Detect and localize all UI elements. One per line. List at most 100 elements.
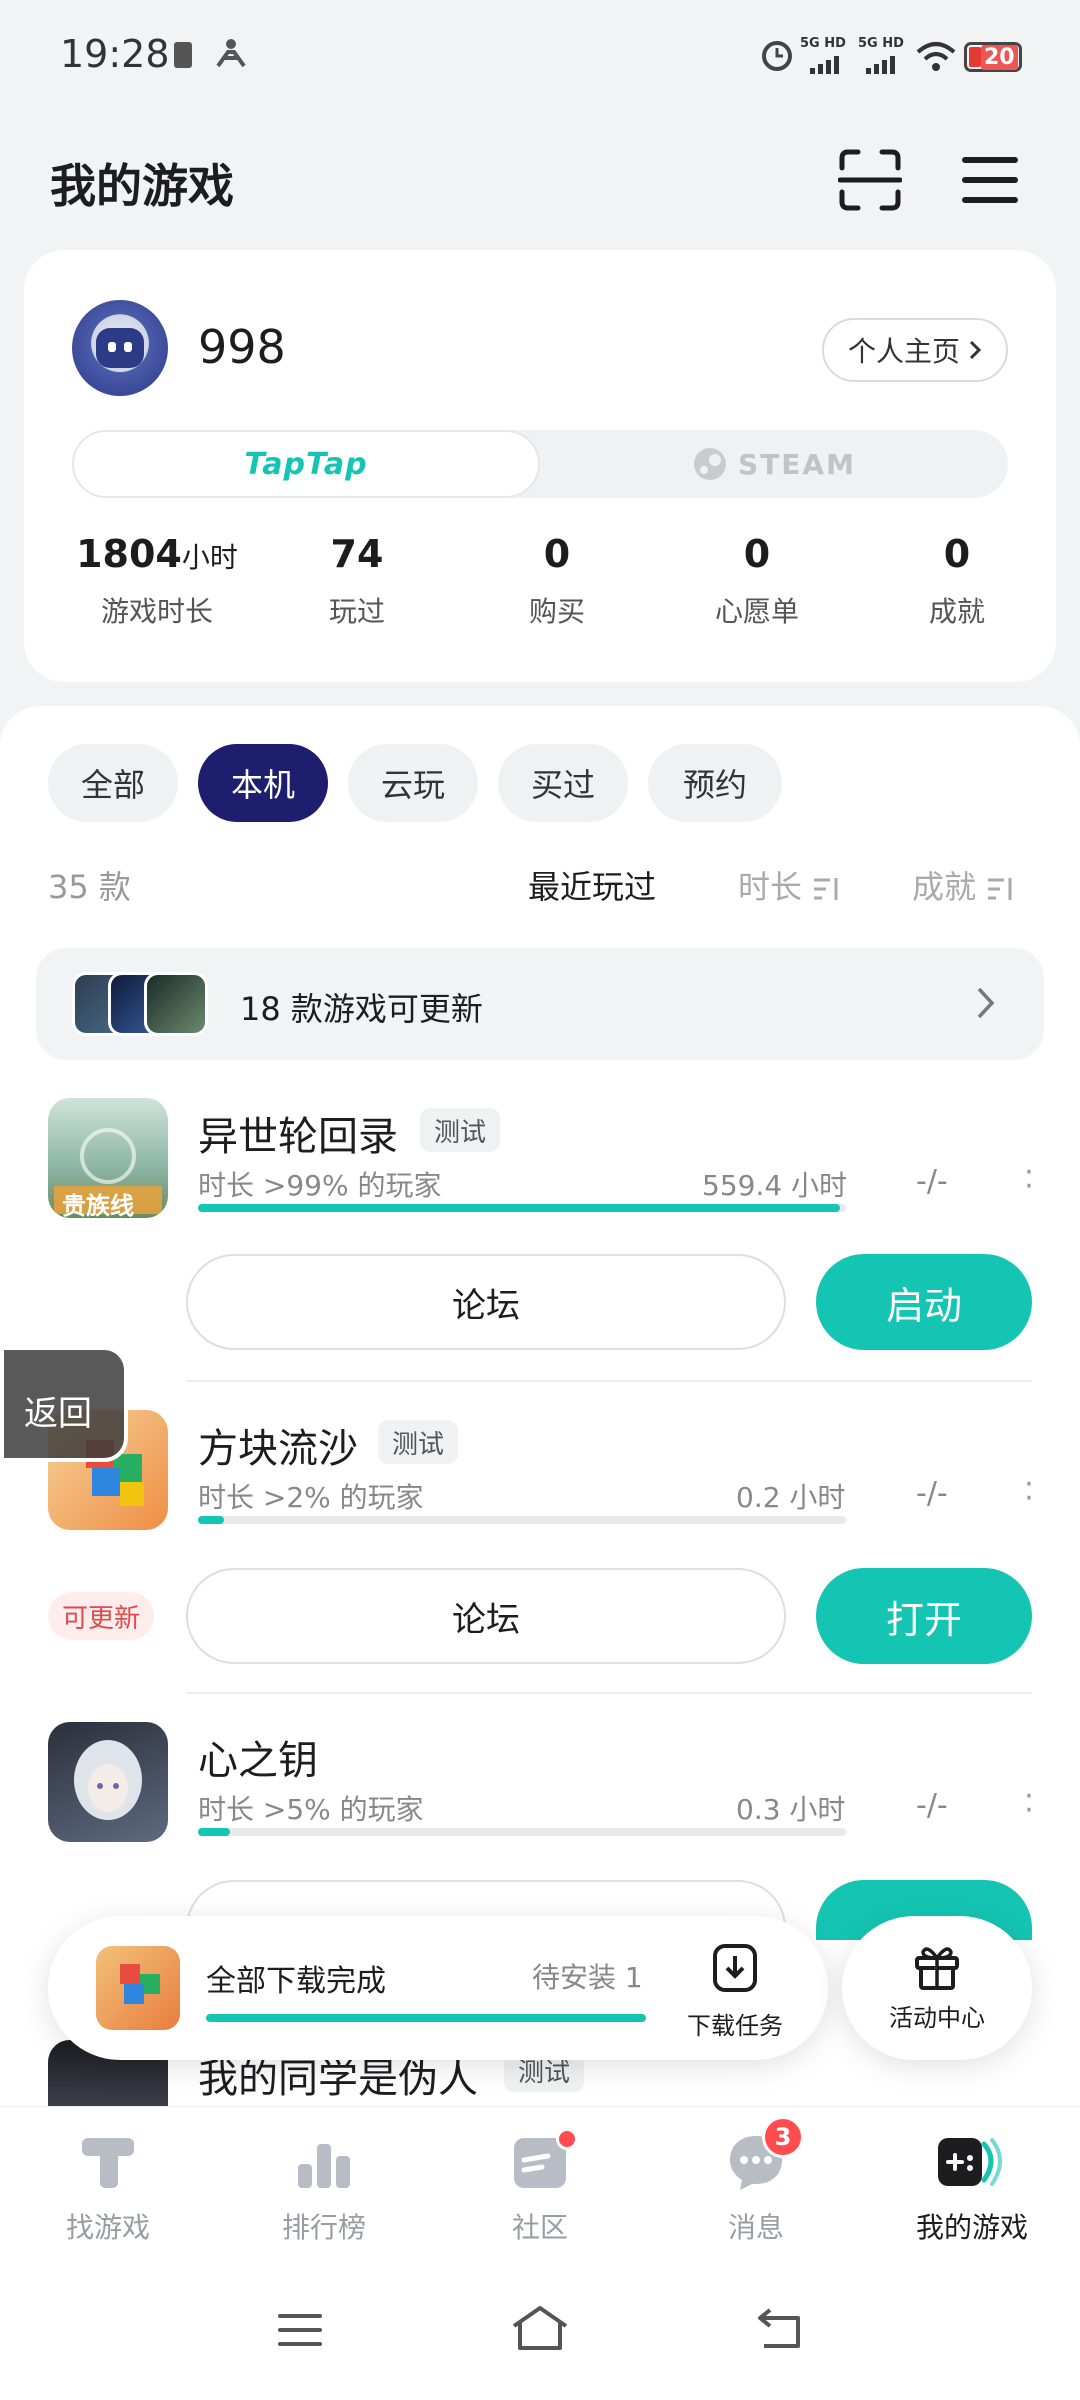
avatar[interactable] [72,300,168,396]
page-title: 我的游戏 [50,159,234,213]
home-icon[interactable] [510,2304,570,2352]
stat-value: 0 [943,532,971,576]
download-game-thumb [96,1946,180,2030]
filter-chip-reserved[interactable]: 预约 [648,744,782,822]
floating-back-label: 返回 [24,1394,92,1434]
playtime-progress [198,1516,846,1524]
download-task-label: 下载任务 [687,2012,783,2040]
update-banner-text: 18 款游戏可更新 [240,990,483,1028]
game-tag: 测试 [378,1420,459,1464]
game-hours: 0.2 小时 [736,1481,846,1514]
divider [186,1380,1032,1382]
battery-level: 20 [981,45,1018,70]
recent-apps-icon[interactable] [276,2310,324,2350]
stat-label: 成就 [928,595,985,628]
battery-icon: 20 [964,42,1022,72]
stat-value: 1804 [76,532,182,576]
stat-label: 游戏时长 [100,595,213,628]
stat-unit: 小时 [181,541,238,574]
nav-label: 排行榜 [281,2211,366,2244]
platform-tab-steam[interactable]: STEAM [540,430,1008,498]
game-hours: 559.4 小时 [702,1169,848,1202]
app-status-icon [216,39,246,68]
scan-button[interactable] [830,140,910,220]
profile-home-button[interactable]: 个人主页 [822,318,1008,382]
stat-wishlist[interactable]: 0 心愿单 [657,532,857,630]
stat-playtime[interactable]: 1804小时 游戏时长 [57,532,257,630]
game-count: 35 款 [48,868,131,906]
stat-value: 74 [330,532,384,576]
nav-find-games[interactable]: 找游戏 [18,2130,198,2246]
sort-recent[interactable]: 最近玩过 [528,862,656,908]
update-available-badge: 可更新 [48,1592,155,1640]
game-title[interactable]: 异世轮回录 [198,1104,398,1162]
status-time: 19:28 [60,32,170,76]
back-icon[interactable] [756,2306,804,2350]
rankings-icon [298,2144,350,2188]
filter-chip-bought[interactable]: 买过 [498,744,628,822]
filter-chip-cloud[interactable]: 云玩 [348,744,478,822]
sort-achievement-label: 成就 [912,868,977,906]
username: 998 [198,320,286,374]
playtime-progress [198,1204,846,1212]
signal-icon-2 [866,56,895,74]
game-rank: 时长 >5% 的玩家 [198,1793,424,1826]
menu-button[interactable] [950,140,1030,220]
stat-label: 心愿单 [714,595,799,628]
game-tag: 测试 [420,1108,501,1152]
game-icon-art [74,1740,142,1820]
sort-achievement[interactable]: 成就 [912,862,1016,908]
open-button[interactable]: 打开 [816,1568,1032,1664]
stat-label: 购买 [528,595,585,628]
network-label-1: 5G HD [800,36,846,51]
sort-icon [988,878,1012,900]
forum-button[interactable]: 论坛 [186,1254,786,1350]
sort-duration-label: 时长 [738,868,803,906]
my-games-icon [938,2138,1002,2186]
activity-center-button[interactable]: 活动中心 [842,1916,1032,2060]
more-icon[interactable]: · · [1024,1782,1034,1826]
download-task-button[interactable]: 下载任务 [680,1940,790,2041]
network-label-2: 5G HD [858,36,904,51]
forum-button[interactable]: 论坛 [186,1568,786,1664]
nav-label: 社区 [511,2211,568,2244]
game-icon[interactable] [48,1722,168,1842]
download-progress [206,2014,646,2022]
nav-community[interactable]: 社区 [450,2128,630,2246]
alarm-icon [762,41,792,71]
platform-steam-label: STEAM [738,447,856,481]
stat-value: 0 [543,532,571,576]
more-icon[interactable]: · · [1024,1470,1034,1514]
message-count-badge: 3 [762,2116,804,2158]
stat-played[interactable]: 74 玩过 [257,532,457,630]
game-title[interactable]: 方块流沙 [198,1416,358,1474]
progress-fill [198,1204,840,1212]
floating-back-button[interactable]: 返回 [0,1346,128,1462]
progress-fill [198,1828,231,1836]
filter-chip-local[interactable]: 本机 [198,744,328,822]
chevron-right-icon [977,987,995,1019]
game-icon[interactable]: 贵族线 [48,1098,168,1218]
notification-dot [556,2128,578,2150]
nav-my-games[interactable]: 我的游戏 [882,2130,1062,2246]
divider [186,1692,1032,1694]
launch-button[interactable]: 启动 [816,1254,1032,1350]
nav-messages[interactable]: 3 消息 [666,2116,846,2246]
menu-icon [962,157,1018,203]
signal-icon-1 [810,56,839,74]
game-icon-art [120,1964,160,2004]
sort-duration[interactable]: 时长 [738,862,842,908]
game-rank: 时长 >2% 的玩家 [198,1481,424,1514]
game-title[interactable]: 心之钥 [198,1728,318,1786]
stat-purchased[interactable]: 0 购买 [457,532,657,630]
playtime-progress [198,1828,846,1836]
platform-tab-taptap[interactable]: TapTap [72,430,540,498]
wifi-icon [916,42,956,71]
activity-center-label: 活动中心 [889,2004,985,2032]
filter-chip-all[interactable]: 全部 [48,744,178,822]
nav-label: 我的游戏 [915,2211,1028,2244]
nav-rankings[interactable]: 排行榜 [234,2130,414,2246]
game-hours: 0.3 小时 [736,1793,846,1826]
stat-achievements[interactable]: 0 成就 [857,532,1057,630]
more-icon[interactable]: · · [1024,1158,1034,1202]
